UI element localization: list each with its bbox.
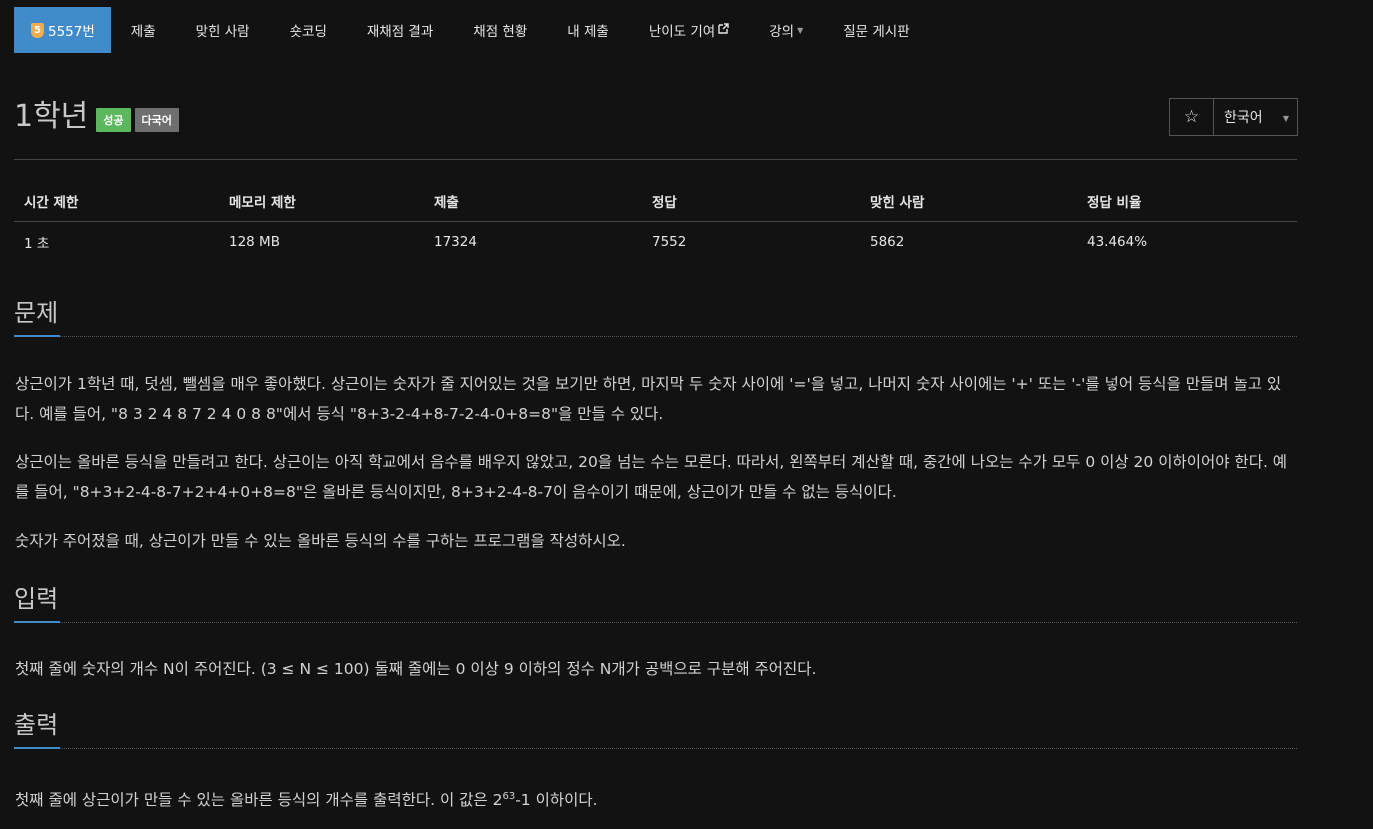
section-divider — [14, 335, 1297, 337]
header-accepted-ratio: 정답 비율 — [1077, 180, 1297, 222]
output-title: 출력 — [14, 711, 59, 739]
input-section-header: 입력 — [14, 584, 1297, 623]
external-link-icon — [718, 23, 729, 37]
time-limit-value: 1 초 — [24, 236, 50, 252]
nav-submit[interactable]: 제출 — [111, 7, 176, 53]
nav-problem-number[interactable]: 5 5557번 — [14, 7, 111, 53]
problem-page: 5 5557번 제출 맞힌 사람 숏코딩 재채점 결과 채점 현황 내 제출 난… — [0, 0, 1373, 829]
output-text-after: -1 이하이다. — [515, 791, 598, 810]
description-title: 문제 — [14, 299, 59, 327]
header-submissions: 제출 — [424, 180, 642, 222]
header-memory-limit: 메모리 제한 — [219, 180, 424, 222]
section-divider — [14, 621, 1297, 623]
status-badge-multilang: 다국어 — [134, 108, 179, 132]
problem-number-label: 5557번 — [48, 24, 95, 40]
nav-my-submissions[interactable]: 내 제출 — [547, 7, 629, 53]
output-section-header: 출력 — [14, 710, 1297, 749]
favorite-star-button[interactable]: ☆ — [1170, 99, 1214, 135]
nav-solved-users[interactable]: 맞힌 사람 — [176, 7, 270, 53]
title-controls: ☆ 한국어 ▼ — [1169, 98, 1298, 136]
section-divider — [14, 747, 1297, 749]
status-badge-success: 성공 — [96, 108, 131, 132]
problem-info-table: 시간 제한 메모리 제한 제출 정답 맞힌 사람 정답 비율 1 초 128 M… — [14, 180, 1297, 262]
language-select-value: 한국어 — [1224, 110, 1263, 126]
description-paragraph-2: 상근이는 올바른 등식을 만들려고 한다. 상근이는 아직 학교에서 음수를 배… — [15, 453, 1288, 501]
nav-difficulty-label: 난이도 기여 — [648, 24, 716, 40]
nav-question-board[interactable]: 질문 게시판 — [823, 7, 929, 53]
solved-users-value: 5862 — [870, 234, 905, 250]
problem-menu: 5 5557번 제출 맞힌 사람 숏코딩 재채점 결과 채점 현황 내 제출 난… — [14, 7, 930, 53]
header-accepted: 정답 — [642, 180, 860, 222]
description-paragraph-1: 상근이가 1학년 때, 덧셈, 뺄셈을 매우 좋아했다. 상근이는 숫자가 줄 … — [15, 375, 1282, 423]
submissions-value: 17324 — [434, 234, 477, 250]
output-description: 첫째 줄에 상근이가 만들 수 있는 올바른 등식의 개수를 출력한다. 이 값… — [15, 782, 1300, 815]
title-divider — [14, 159, 1297, 160]
input-title: 입력 — [14, 585, 59, 613]
nav-lectures-label: 강의 — [769, 24, 795, 40]
nav-difficulty-contribution[interactable]: 난이도 기여 — [629, 7, 749, 53]
table-row: 1 초 128 MB 17324 7552 5862 43.464% — [14, 222, 1297, 263]
language-select[interactable]: 한국어 ▼ — [1214, 99, 1297, 135]
accepted-value: 7552 — [652, 234, 687, 250]
output-exponent: 63 — [502, 791, 516, 802]
caret-down-icon: ▼ — [797, 25, 804, 35]
star-icon: ☆ — [1183, 107, 1200, 127]
nav-short-coding[interactable]: 숏코딩 — [270, 7, 347, 53]
output-text-before: 첫째 줄에 상근이가 만들 수 있는 올바른 등식의 개수를 출력한다. 이 값… — [15, 791, 503, 810]
nav-status[interactable]: 채점 현황 — [453, 7, 547, 53]
memory-limit-value: 128 MB — [229, 234, 280, 250]
tier-badge-icon: 5 — [31, 22, 44, 38]
problem-title: 1학년 — [14, 99, 89, 134]
nav-rejudge-results[interactable]: 재채점 결과 — [347, 7, 453, 53]
input-description: 첫째 줄에 숫자의 개수 N이 주어진다. (3 ≤ N ≤ 100) 둘째 줄… — [15, 660, 817, 678]
caret-down-icon: ▼ — [1282, 114, 1289, 123]
description-section-header: 문제 — [14, 298, 1297, 337]
description-paragraph-3: 숫자가 주어졌을 때, 상근이가 만들 수 있는 올바른 등식의 수를 구하는 … — [15, 532, 626, 550]
nav-lectures[interactable]: 강의 ▼ — [749, 7, 823, 53]
header-time-limit: 시간 제한 — [14, 180, 219, 222]
accepted-ratio-value: 43.464% — [1087, 234, 1148, 250]
table-header-row: 시간 제한 메모리 제한 제출 정답 맞힌 사람 정답 비율 — [14, 180, 1297, 222]
header-solved-users: 맞힌 사람 — [860, 180, 1077, 222]
problem-title-row: 1학년 성공 다국어 — [14, 98, 179, 136]
